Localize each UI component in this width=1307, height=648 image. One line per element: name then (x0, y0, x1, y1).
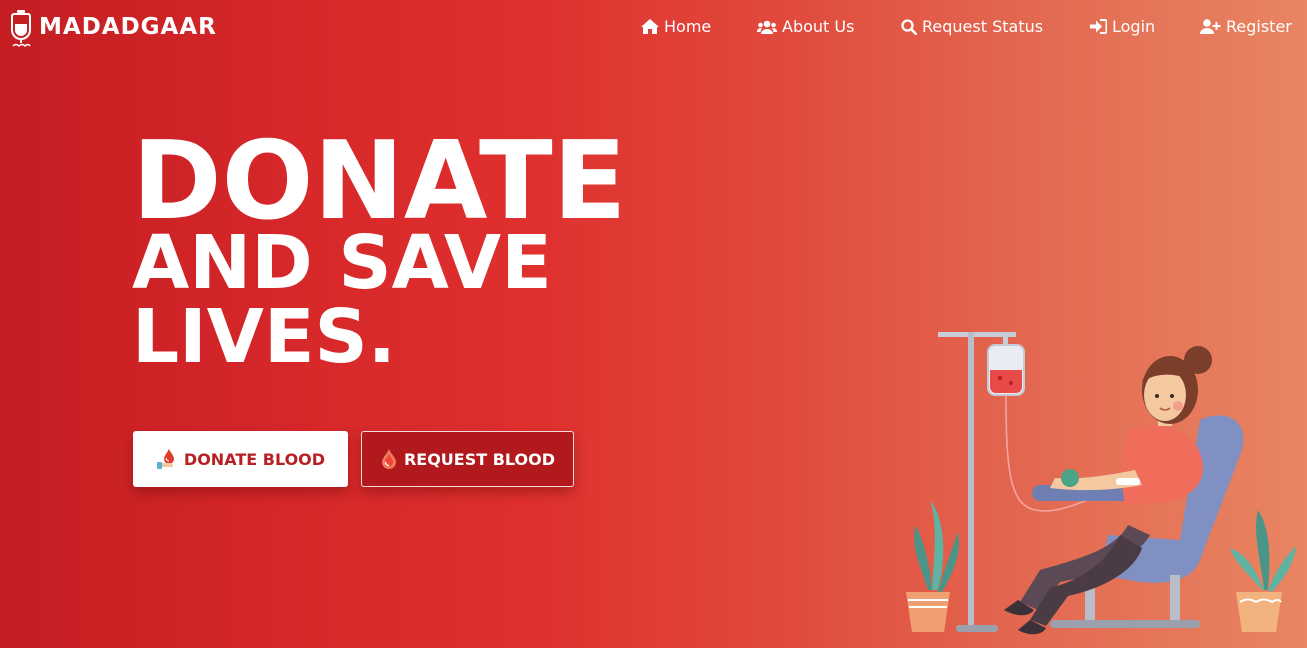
nav-home[interactable]: Home (641, 17, 711, 36)
blood-drop-icon (381, 449, 396, 469)
nav-register-label: Register (1226, 17, 1292, 36)
nav-about-us[interactable]: About Us (757, 17, 854, 36)
blood-bag-icon (987, 337, 1025, 396)
request-blood-button[interactable]: REQUEST BLOOD (361, 431, 574, 487)
nav-request-status[interactable]: Request Status (901, 17, 1043, 36)
nav-request-status-label: Request Status (922, 17, 1044, 36)
nav-about-us-label: About Us (782, 17, 855, 36)
brand[interactable]: MADADGAAR (10, 10, 217, 48)
blood-bag-logo-icon (11, 10, 31, 48)
sign-in-icon (1090, 19, 1107, 34)
home-icon (641, 19, 659, 34)
woman-donating-blood-illustration (906, 332, 1296, 635)
users-icon (757, 20, 777, 34)
blood-drop-hand-icon (156, 449, 174, 469)
brand-name: MADADGAAR (39, 14, 217, 40)
search-icon (901, 18, 917, 35)
navbar: MADADGAAR Home About Us Request Status L… (0, 0, 1307, 56)
hero-title-line-2: AND SAVE (132, 220, 552, 306)
user-plus-icon (1200, 19, 1221, 34)
nav-register[interactable]: Register (1200, 17, 1292, 36)
nav-home-label: Home (664, 17, 712, 36)
nav-login[interactable]: Login (1090, 17, 1155, 36)
right-plant (1230, 510, 1296, 632)
donate-blood-label: DONATE BLOOD (183, 449, 326, 469)
nav-login-label: Login (1112, 17, 1156, 36)
left-plant (906, 500, 959, 632)
request-blood-label: REQUEST BLOOD (403, 449, 556, 469)
donate-blood-button[interactable]: DONATE BLOOD (133, 431, 348, 487)
hero-title-line-3: LIVES. (132, 294, 396, 380)
